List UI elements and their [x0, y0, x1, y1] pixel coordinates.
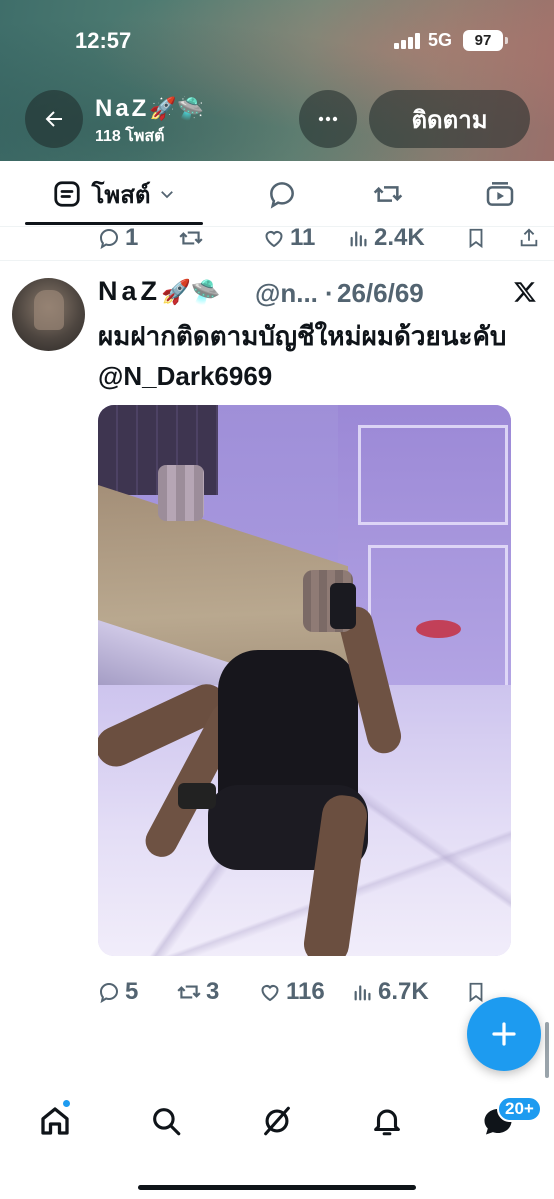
home-indicator[interactable]	[138, 1185, 416, 1190]
tweet-name-text: NaZ	[98, 276, 162, 306]
back-button[interactable]	[25, 90, 83, 148]
compose-post-button[interactable]	[467, 997, 541, 1071]
header-display-name: NaZ🚀🛸	[95, 95, 204, 123]
nav-home[interactable]	[35, 1099, 75, 1141]
tweet-photo[interactable]	[98, 405, 511, 956]
reply-button[interactable]: 5	[97, 972, 138, 1012]
network-type: 5G	[428, 30, 453, 50]
home-icon	[41, 1107, 69, 1135]
nav-notifications[interactable]	[367, 1101, 407, 1141]
post-icon	[53, 181, 80, 207]
bookmark-icon	[469, 228, 483, 249]
scrollbar-thumb[interactable]	[545, 1022, 549, 1078]
tweet-name-emoji: 🚀🛸	[161, 279, 221, 306]
tweet-separator: ·	[325, 278, 334, 308]
prev-views-button[interactable]: 2.4K	[348, 218, 425, 258]
repost-icon	[179, 231, 203, 245]
reply-icon	[270, 182, 294, 209]
prev-tweet-action-bar: 1 11 2.4K	[0, 218, 554, 258]
media-icon	[486, 182, 514, 206]
battery-level: 97	[474, 32, 492, 49]
messages-badge: 20+	[497, 1096, 542, 1122]
tweet-action-bar: 5 3 116 6.7K	[0, 972, 554, 1012]
tweet-handle[interactable]: @n...	[255, 278, 318, 309]
repost-count: 3	[206, 978, 220, 1005]
repost-button[interactable]: 3	[176, 972, 219, 1012]
plus-icon	[492, 1022, 516, 1046]
prev-reply-count: 1	[125, 224, 139, 251]
tab-posts-label: โพสต์	[91, 181, 151, 209]
repost-icon	[177, 985, 201, 999]
reply-count: 5	[125, 978, 139, 1005]
heart-icon	[261, 985, 279, 1002]
repost-icon	[373, 186, 403, 202]
views-icon	[350, 231, 367, 247]
home-unread-dot	[62, 1099, 71, 1108]
reply-icon	[99, 228, 119, 250]
prev-share-button[interactable]	[518, 218, 540, 258]
nav-grok[interactable]	[257, 1101, 297, 1141]
ellipsis-icon	[318, 116, 338, 122]
header-name-text: NaZ	[95, 95, 150, 122]
follow-button[interactable]: ติดตาม	[369, 90, 530, 148]
cellular-signal-icon	[394, 33, 422, 49]
prev-repost-button[interactable]	[178, 218, 208, 258]
avatar[interactable]	[12, 278, 85, 351]
tweet-divider	[0, 260, 554, 261]
grok-icon	[264, 1106, 290, 1136]
photo-blurred-face	[158, 465, 204, 521]
x-logo-icon	[514, 282, 536, 302]
nav-search[interactable]	[146, 1101, 186, 1141]
like-count: 116	[286, 978, 325, 1005]
prev-like-button[interactable]: 11	[262, 218, 315, 258]
reply-icon	[99, 982, 119, 1004]
views-icon	[354, 985, 371, 1001]
prev-like-count: 11	[290, 224, 316, 251]
views-button[interactable]: 6.7K	[352, 972, 429, 1012]
arrow-left-icon	[45, 111, 62, 127]
tweet-display-name[interactable]: NaZ🚀🛸	[98, 276, 221, 307]
notifications-icon	[374, 1109, 400, 1136]
photo-phone	[330, 583, 356, 629]
prev-views-count: 2.4K	[374, 224, 425, 251]
status-bar: 12:57 5G 97	[0, 0, 554, 80]
share-icon	[520, 228, 538, 247]
bottom-navigation	[0, 1085, 554, 1199]
battery-icon: 97	[463, 30, 508, 51]
photo-stool	[416, 620, 461, 638]
status-time: 12:57	[75, 28, 132, 53]
views-count: 6.7K	[378, 978, 429, 1005]
header-name-emoji: 🚀🛸	[149, 96, 205, 121]
photo-watch	[178, 783, 216, 809]
tweet-date[interactable]: 26/6/69	[337, 278, 424, 309]
search-icon	[153, 1108, 181, 1136]
header-post-count: 118 โพสต์	[95, 128, 165, 145]
photo-wall-frame	[358, 425, 508, 525]
heart-icon	[265, 231, 283, 248]
chevron-down-icon	[161, 191, 174, 199]
like-button[interactable]: 116	[258, 972, 325, 1012]
prev-reply-button[interactable]: 1	[97, 218, 138, 258]
bookmark-icon	[469, 982, 483, 1003]
more-options-button[interactable]	[299, 90, 357, 148]
tweet-text: ผมฝากติดตามบัญชีใหม่ผมด้วยนะคับ @N_Dark6…	[98, 321, 507, 391]
prev-bookmark-button[interactable]	[465, 218, 487, 258]
